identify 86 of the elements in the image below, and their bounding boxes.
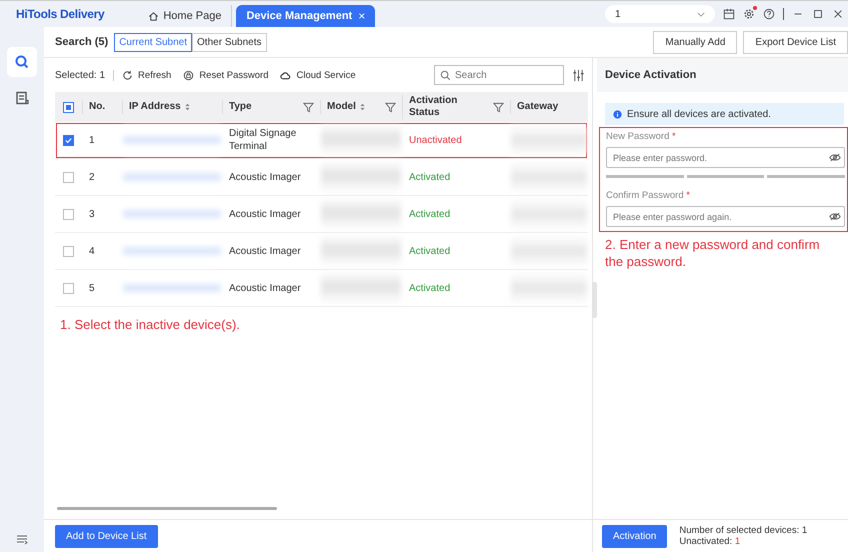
info-icon (613, 110, 622, 118)
row-checkbox[interactable] (63, 208, 74, 220)
device-type: Acoustic Imager (229, 244, 301, 258)
scrollbar[interactable] (57, 507, 277, 510)
unactivated-count: 1 (734, 536, 740, 547)
subnet-tab[interactable]: Current Subnet (114, 32, 192, 52)
row-checkbox[interactable] (63, 134, 74, 146)
hidden-eye-icon[interactable] (829, 153, 841, 162)
password-field[interactable]: Please enter password. (606, 147, 845, 168)
app-logo: HiTools Delivery (16, 7, 104, 21)
cloud-icon (280, 70, 292, 80)
field-label: New Password (606, 131, 670, 142)
filter-icon[interactable] (493, 102, 504, 112)
toolbar-button[interactable]: Export Device List (743, 30, 848, 54)
column-header[interactable]: IP Address (122, 100, 222, 114)
column-header[interactable]: Type (222, 100, 320, 114)
device-list-icon[interactable] (15, 91, 29, 105)
toolbar-button[interactable]: Manually Add (653, 30, 738, 54)
activation-button[interactable]: Activation (602, 524, 668, 548)
row-number: 4 (89, 246, 95, 256)
row-number: 3 (89, 208, 95, 220)
instruction-note: 2. Enter a new password and confirm the password. (605, 237, 821, 271)
sort-icon[interactable] (358, 102, 366, 112)
hidden-eye-icon[interactable] (829, 212, 841, 221)
field-label: Confirm Password (606, 190, 684, 201)
maximize-icon[interactable] (812, 8, 824, 20)
activation-status: Activated (409, 208, 450, 220)
row-number: 5 (89, 282, 95, 294)
search-icon (440, 70, 451, 80)
required-mark: * (672, 131, 676, 142)
tab[interactable]: Device Management × (236, 5, 376, 27)
home-icon (148, 10, 160, 22)
toolbar-action[interactable]: Refresh (122, 70, 172, 80)
close-icon[interactable] (832, 8, 844, 20)
row-number: 1 (89, 134, 95, 146)
activation-status: Activated (409, 246, 450, 256)
unactivated-label: Unactivated: (679, 536, 732, 547)
selected-devices-count: Number of selected devices: 1 (679, 524, 808, 536)
column-header[interactable]: Model (320, 100, 402, 114)
device-type: Acoustic Imager (229, 208, 301, 220)
info-text: Ensure all devices are activated. (627, 108, 771, 120)
toolbar-action[interactable]: Reset Password (183, 70, 268, 80)
column-header[interactable]: No. (82, 100, 122, 114)
instruction-note: 1. Select the inactive device(s). (60, 317, 241, 334)
sort-icon[interactable] (184, 102, 191, 112)
column-header[interactable]: Activation Status (402, 95, 510, 119)
reset-password-icon (183, 70, 194, 80)
dropdown[interactable]: 1 (605, 5, 715, 23)
settings-icon[interactable] (743, 8, 755, 20)
row-checkbox[interactable] (63, 246, 74, 256)
row-checkbox[interactable] (63, 282, 74, 294)
row-checkbox[interactable] (63, 172, 74, 182)
table-row[interactable]: 1 Digital Signage Terminal Unactivated (55, 122, 588, 159)
refresh-icon (122, 70, 134, 80)
panel-collapse-handle[interactable] (592, 282, 597, 318)
device-type: Digital Signage Terminal (229, 127, 298, 153)
table-row[interactable]: 3 Acoustic Imager Activated (55, 196, 588, 233)
filter-icon[interactable] (385, 102, 396, 112)
chevron-icon (697, 12, 705, 16)
selected-count: Selected: 1 (55, 70, 106, 80)
table-row[interactable]: 2 Acoustic Imager Activated (55, 159, 588, 196)
required-mark: * (686, 190, 690, 201)
panel-title: Device Activation (605, 69, 696, 81)
device-type: Acoustic Imager (229, 282, 301, 294)
search-nav-button[interactable] (7, 47, 37, 77)
activation-status: Activated (409, 172, 450, 182)
table-row[interactable]: 5 Acoustic Imager Activated (55, 270, 588, 307)
activation-status: Activated (409, 282, 450, 294)
device-type: Acoustic Imager (229, 170, 301, 184)
add-to-device-list-button[interactable]: Add to Device List (55, 524, 158, 548)
subnet-tab[interactable]: Other Subnets (192, 32, 267, 52)
select-all-checkbox[interactable] (63, 102, 74, 112)
search-icon (14, 54, 30, 70)
help-icon[interactable] (763, 8, 775, 20)
filter-icon[interactable] (303, 102, 314, 112)
table-row[interactable]: 4 Acoustic Imager Activated (55, 233, 588, 270)
activation-status: Unactivated (409, 134, 462, 146)
search-title: Search (5) (55, 36, 108, 48)
row-number: 2 (89, 172, 95, 182)
calendar-icon[interactable] (723, 8, 735, 20)
close-tab-button[interactable]: × (358, 9, 366, 23)
toolbar-action[interactable]: Cloud Service (280, 70, 356, 80)
filter-settings-icon[interactable] (572, 68, 585, 82)
search-field[interactable]: Search (434, 65, 564, 85)
password-field[interactable]: Please enter password again. (606, 206, 845, 227)
column-header[interactable]: Gateway (510, 100, 588, 114)
